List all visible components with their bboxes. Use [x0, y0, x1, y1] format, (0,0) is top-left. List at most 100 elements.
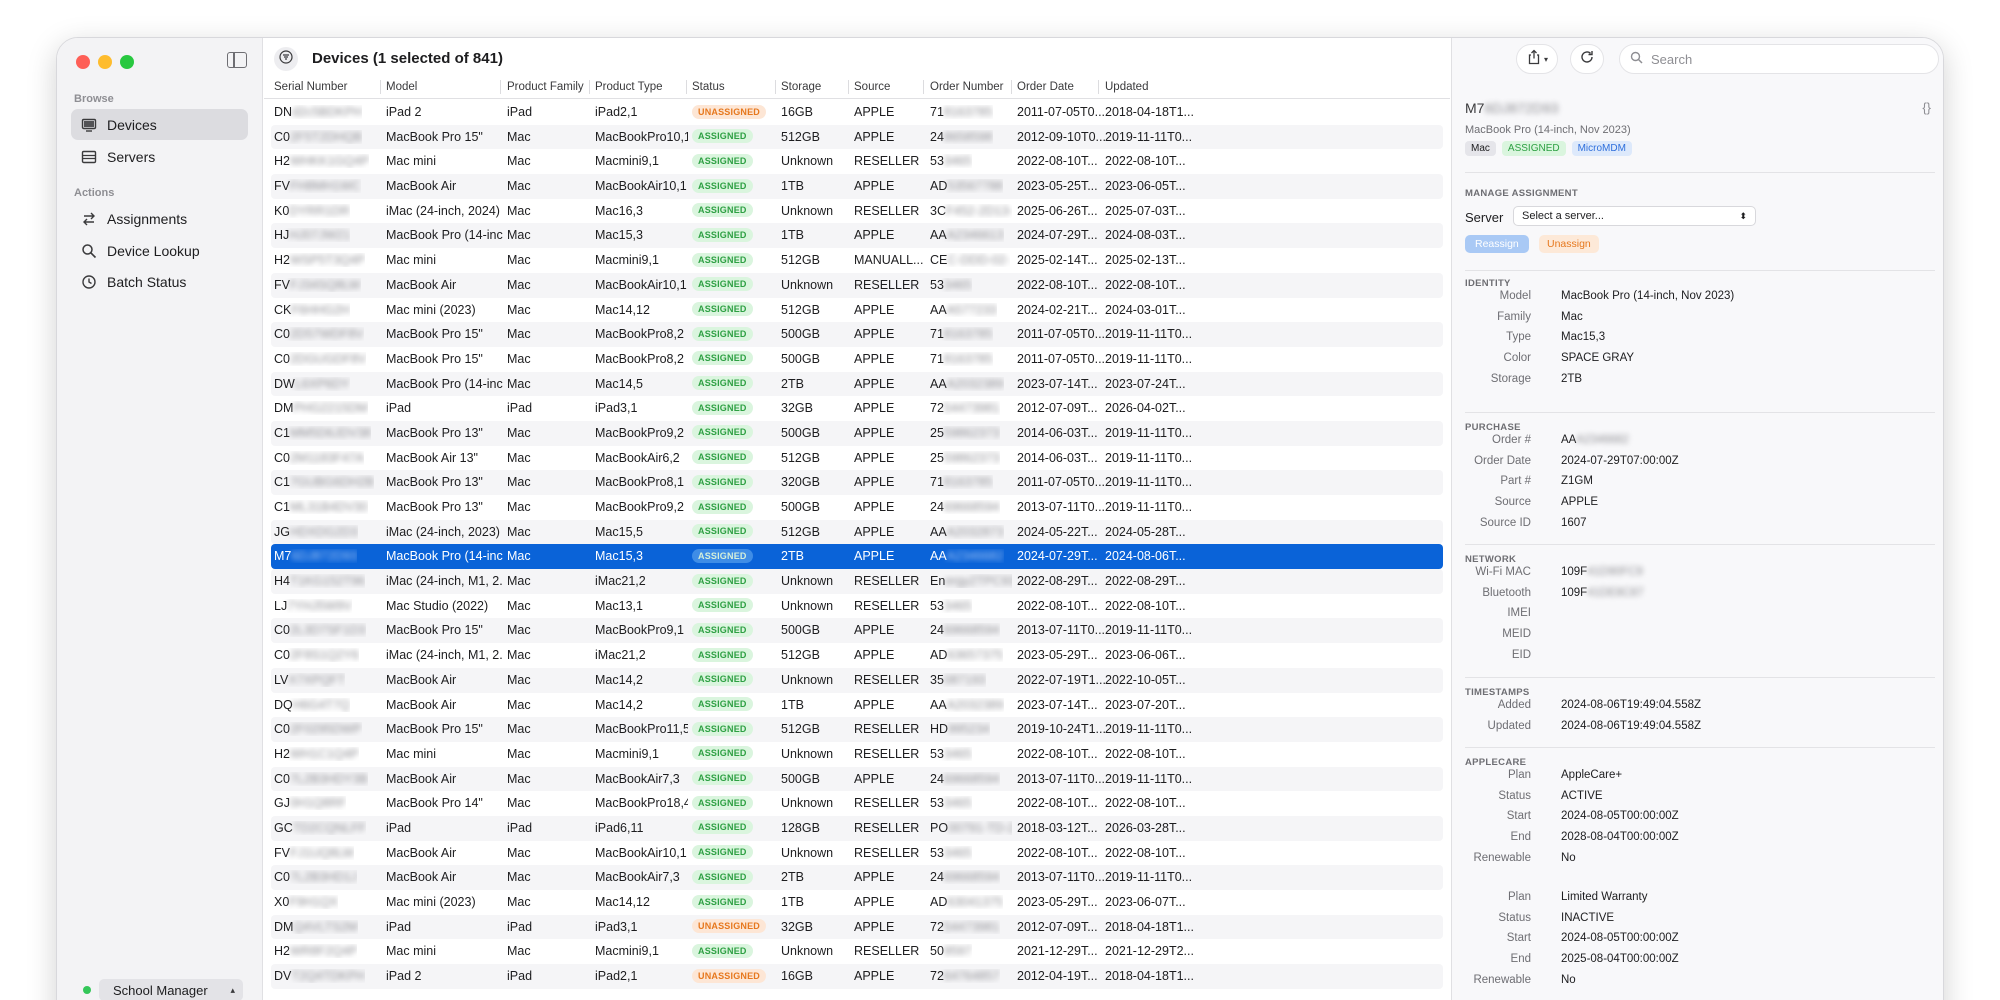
close-window-button[interactable] — [76, 55, 90, 69]
table-row[interactable]: LVX7XPQFT MacBook Air Mac Mac14,2 ASSIGNED Un… — [271, 667, 1443, 693]
field-value[interactable]: No — [1561, 852, 1576, 864]
table-row[interactable]: H4T1KG152T96 iMac (24-inch, M1, 2... Mac iM… — [271, 569, 1443, 594]
table-row[interactable]: C02M1183F47A MacBook Air 13" Mac MacBookAir… — [271, 446, 1443, 471]
share-button[interactable]: ▾ — [1516, 44, 1558, 74]
field-value[interactable]: 2024-08-05T00:00:00Z — [1561, 932, 1679, 944]
field-value[interactable]: No — [1561, 974, 1576, 986]
column-header[interactable]: Product Type — [595, 81, 663, 93]
column-separator[interactable] — [848, 80, 849, 94]
column-separator[interactable] — [775, 80, 776, 94]
field-value[interactable]: 2024-08-05T00:00:00Z — [1561, 810, 1679, 822]
field-value[interactable]: APPLE — [1561, 496, 1598, 508]
table-row[interactable]: M76DJ872D93 MacBook Pro (14-inc... Mac Mac1… — [271, 544, 1443, 570]
table-row[interactable]: C02F5T2DHQB MacBook Pro 15" Mac MacBookPro1… — [271, 124, 1443, 150]
table-row[interactable]: FVFH8MH1WC MacBook Air Mac MacBookAir10,1 AS… — [271, 174, 1443, 199]
table-row[interactable]: C1MM5D6JDV38 MacBook Pro 13" Mac MacBookPro… — [271, 420, 1443, 446]
field-value[interactable]: 2024-08-06T19:49:04.558Z — [1561, 699, 1701, 711]
sidebar-item-devices[interactable]: Devices — [71, 109, 248, 140]
table-row[interactable]: C17GUBG6DH2B MacBook Pro 13" Mac MacBookPro… — [271, 470, 1443, 495]
order-prefix: 53 — [930, 746, 944, 761]
refresh-button[interactable] — [1570, 44, 1604, 74]
sidebar-item-batch-status[interactable]: Batch Status — [71, 266, 248, 297]
table-row[interactable]: C07L2B3HD1J MacBook Air Mac MacBookAir7,3 AS… — [271, 865, 1443, 890]
table-row[interactable]: GJ0H1Q8RF MacBook Pro 14" Mac MacBookPro18,… — [271, 791, 1443, 816]
column-header[interactable]: Model — [386, 81, 417, 93]
table-row[interactable]: GCTD2CQNLFF iPad iPad iPad6,11 ASSIGNED 128GB… — [271, 815, 1443, 841]
column-header[interactable]: Order Date — [1017, 81, 1074, 93]
column-separator[interactable] — [686, 80, 687, 94]
table-row[interactable]: C02DGUGDF8V MacBook Pro 15" Mac MacBookPro8… — [271, 347, 1443, 372]
column-header[interactable]: Serial Number — [274, 81, 348, 93]
field-value[interactable]: ACTIVE — [1561, 790, 1603, 802]
table-row[interactable]: C02F0295DWP MacBook Pro 15" Mac MacBookPro1… — [271, 717, 1443, 742]
field-value[interactable]: 2024-07-29T07:00:00Z — [1561, 455, 1679, 467]
zoom-window-button[interactable] — [120, 55, 134, 69]
table-row[interactable]: DMQ4VLTS2M iPad iPad iPad3,1 UNASSIGNED 32GB A… — [271, 914, 1443, 940]
field-value[interactable]: AppleCare+ — [1561, 769, 1622, 781]
column-separator[interactable] — [589, 80, 590, 94]
filter-button[interactable] — [274, 47, 298, 71]
search-field[interactable]: Search — [1619, 44, 1939, 74]
field-value[interactable]: Mac15,3 — [1561, 331, 1605, 343]
table-row[interactable]: DNd2c5BDKPH iPad 2 iPad iPad2,1 UNASSIGNED 16… — [271, 100, 1443, 125]
unassign-button[interactable]: Unassign — [1539, 235, 1599, 253]
table-row[interactable]: K0DYRR1DR iMac (24-inch, 2024) Mac Mac16,3 A… — [271, 199, 1443, 224]
field-value[interactable]: Limited Warranty — [1561, 891, 1648, 903]
table-row[interactable]: H2WR8F2Q4P Mac mini Mac Macmini9,1 ASSIGNED U… — [271, 939, 1443, 964]
table-row[interactable]: HJHJ07JW21 MacBook Pro (14-inc... Mac Mac15… — [271, 223, 1443, 249]
column-separator[interactable] — [1011, 80, 1012, 94]
field-value[interactable]: INACTIVE — [1561, 912, 1614, 924]
column-header[interactable]: Source — [854, 81, 890, 93]
field-value[interactable]: 2025-08-04T00:00:00Z — [1561, 953, 1679, 965]
sidebar-item-device-lookup[interactable]: Device Lookup — [71, 235, 248, 266]
column-separator[interactable] — [380, 80, 381, 94]
reassign-button[interactable]: Reassign — [1465, 235, 1529, 253]
table-row[interactable]: C02D57WDF8V MacBook Pro 15" Mac MacBookPro8… — [271, 322, 1443, 347]
table-row[interactable]: DMPHG2215DM iPad iPad iPad3,1 ASSIGNED 32GB AP… — [271, 396, 1443, 421]
field-value[interactable]: AAA2346682 — [1561, 434, 1629, 446]
table-row[interactable]: H2WSP5T3Q4P Mac mini Mac Macmini9,1 ASSIGNED… — [271, 248, 1443, 273]
sidebar-item-servers[interactable]: Servers — [71, 141, 248, 172]
column-separator[interactable] — [500, 80, 501, 94]
table-row[interactable]: X0F9H1QX Mac mini (2023) Mac Mac14,12 ASSIGN… — [271, 890, 1443, 915]
server-picker[interactable]: School Manager ▴ — [99, 979, 243, 1000]
sidebar-item-assignments[interactable]: Assignments — [71, 203, 248, 234]
json-view-icon[interactable]: {} — [1922, 100, 1931, 115]
table-row[interactable]: H2WHKK1GQ4P Mac mini Mac Macmini9,1 ASSIGNED… — [271, 149, 1443, 174]
field-value[interactable]: 109F41D90FC9 — [1561, 566, 1643, 578]
table-row[interactable]: H2WH1C1Q4P Mac mini Mac Macmini9,1 ASSIGNED U… — [271, 742, 1443, 767]
server-select[interactable]: Select a server... ⬍ — [1513, 206, 1756, 226]
table-row[interactable]: DWL6XP6DY MacBook Pro (14-inc... Mac Mac14,… — [271, 371, 1443, 397]
field-value[interactable]: 2028-08-04T00:00:00Z — [1561, 831, 1679, 843]
column-header[interactable]: Order Number — [930, 81, 1004, 93]
table-row[interactable]: C1ML31B4DV30 MacBook Pro 13" Mac MacBookPro… — [271, 495, 1443, 520]
field-value[interactable]: 109F41DE8C87 — [1561, 587, 1643, 599]
field-value[interactable]: 1607 — [1561, 517, 1587, 529]
table-row[interactable]: C07L2B3HDY3B MacBook Air Mac MacBookAir7,3 A… — [271, 766, 1443, 792]
table-row[interactable]: C02F8S1Q2Y6 iMac (24-inch, M1, 2... Mac iMa… — [271, 643, 1443, 668]
column-separator[interactable] — [923, 80, 924, 94]
table-row[interactable]: FVFJ34SQ8LW MacBook Air Mac MacBookAir10,1 A… — [271, 272, 1443, 298]
search-input[interactable]: Search — [1651, 52, 1692, 67]
column-header[interactable]: Updated — [1105, 81, 1148, 93]
table-row[interactable]: C02L3D7SF1D3 MacBook Pro 15" Mac MacBookPro… — [271, 618, 1443, 644]
field-value[interactable]: 2024-08-06T19:49:04.558Z — [1561, 720, 1701, 732]
sidebar-toggle-icon[interactable] — [227, 52, 247, 68]
field-value[interactable]: 2TB — [1561, 373, 1582, 385]
table-row[interactable]: JGHDXDG2D3 iMac (24-inch, 2023) Mac Mac15,5… — [271, 519, 1443, 545]
field-value[interactable]: Mac — [1561, 311, 1583, 323]
table-row[interactable]: DQH6G4T7Q MacBook Air Mac Mac14,2 ASSIGNED 1T… — [271, 693, 1443, 718]
field-value[interactable]: SPACE GRAY — [1561, 352, 1634, 364]
table-row[interactable]: LJ7YHJ5W9V Mac Studio (2022) Mac Mac13,1 ASS… — [271, 594, 1443, 619]
column-separator[interactable] — [1098, 80, 1099, 94]
field-value[interactable]: MacBook Pro (14-inch, Nov 2023) — [1561, 290, 1734, 302]
column-header[interactable]: Status — [692, 81, 725, 93]
column-header[interactable]: Product Family — [507, 81, 584, 93]
minimize-window-button[interactable] — [98, 55, 112, 69]
table-row[interactable]: CKF6HHG2H Mac mini (2023) Mac Mac14,12 ASSIG… — [271, 298, 1443, 323]
type-cell: Mac15,3 — [595, 549, 643, 564]
field-value[interactable]: Z1GM — [1561, 475, 1593, 487]
column-header[interactable]: Storage — [781, 81, 821, 93]
table-row[interactable]: FVFJ1UQ8LW MacBook Air Mac MacBookAir10,1 AS… — [271, 841, 1443, 866]
table-row[interactable]: DVT2Q4TDKPH iPad 2 iPad iPad2,1 UNASSIGNED 16… — [271, 964, 1443, 989]
